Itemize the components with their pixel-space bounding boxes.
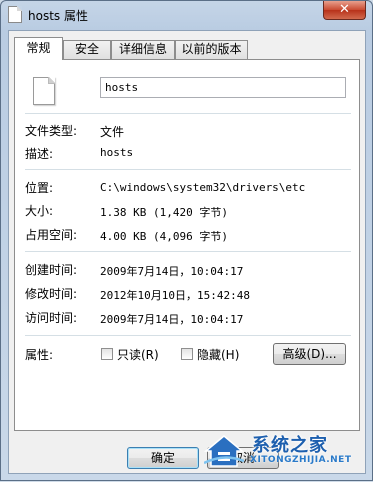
accessed-label: 访问时间: bbox=[25, 311, 78, 325]
close-button[interactable]: ✕ bbox=[323, 1, 366, 20]
attributes-label: 属性: bbox=[25, 348, 54, 362]
watermark-url: XITONGZHIJIA.NET bbox=[250, 455, 352, 465]
size-on-disk-label: 占用空间: bbox=[25, 228, 78, 242]
modified-label: 修改时间: bbox=[25, 287, 78, 301]
advanced-button[interactable]: 高级(D)... bbox=[273, 343, 346, 365]
divider bbox=[25, 335, 351, 336]
modified-value: 2012年10月10日，15:42:48 bbox=[100, 289, 250, 302]
description-value: hosts bbox=[100, 146, 134, 159]
hidden-label[interactable]: 隐藏(H) bbox=[197, 346, 239, 363]
file-type-label: 文件类型: bbox=[25, 124, 78, 138]
divider bbox=[25, 169, 351, 170]
divider bbox=[25, 113, 351, 114]
readonly-checkbox[interactable] bbox=[101, 348, 113, 360]
created-value: 2009年7月14日，10:04:17 bbox=[100, 265, 244, 278]
location-value: C:\windows\system32\drivers\etc bbox=[100, 181, 306, 194]
ok-button[interactable]: 确定 bbox=[127, 447, 199, 469]
readonly-label[interactable]: 只读(R) bbox=[117, 346, 159, 363]
description-label: 描述: bbox=[25, 147, 54, 161]
tab-details[interactable]: 详细信息 bbox=[111, 40, 175, 59]
file-icon bbox=[8, 6, 22, 23]
divider bbox=[25, 251, 351, 252]
house-logo-icon bbox=[204, 435, 244, 467]
hidden-checkbox[interactable] bbox=[181, 348, 193, 360]
file-type-value: 文件 bbox=[100, 125, 125, 139]
location-label: 位置: bbox=[25, 181, 54, 195]
size-label: 大小: bbox=[25, 204, 54, 218]
file-name-input[interactable]: hosts bbox=[100, 77, 346, 98]
window-title: hosts 属性 bbox=[28, 9, 88, 23]
size-on-disk-value: 4.00 KB (4,096 字节) bbox=[100, 230, 228, 243]
site-watermark: 系统之家 XITONGZHIJIA.NET bbox=[196, 421, 373, 482]
tab-previous-versions[interactable]: 以前的版本 bbox=[175, 40, 248, 59]
accessed-value: 2009年7月14日，10:04:17 bbox=[100, 313, 244, 326]
watermark-brand: 系统之家 bbox=[252, 435, 328, 456]
general-panel: hosts 文件类型: 文件 描述: hosts 位置: C:\windows\… bbox=[14, 59, 360, 431]
title-bar[interactable]: hosts 属性 ✕ bbox=[1, 1, 372, 29]
size-value: 1.38 KB (1,420 字节) bbox=[100, 206, 228, 219]
created-label: 创建时间: bbox=[25, 263, 78, 277]
dialog-client: 常规 安全 详细信息 以前的版本 hosts 文件类型: 文件 描述: host… bbox=[8, 30, 366, 474]
document-icon bbox=[33, 77, 55, 105]
tab-security[interactable]: 安全 bbox=[63, 40, 111, 59]
tab-general[interactable]: 常规 bbox=[14, 37, 63, 60]
properties-window: hosts 属性 ✕ 常规 安全 详细信息 以前的版本 hosts 文件类型: … bbox=[0, 0, 373, 481]
